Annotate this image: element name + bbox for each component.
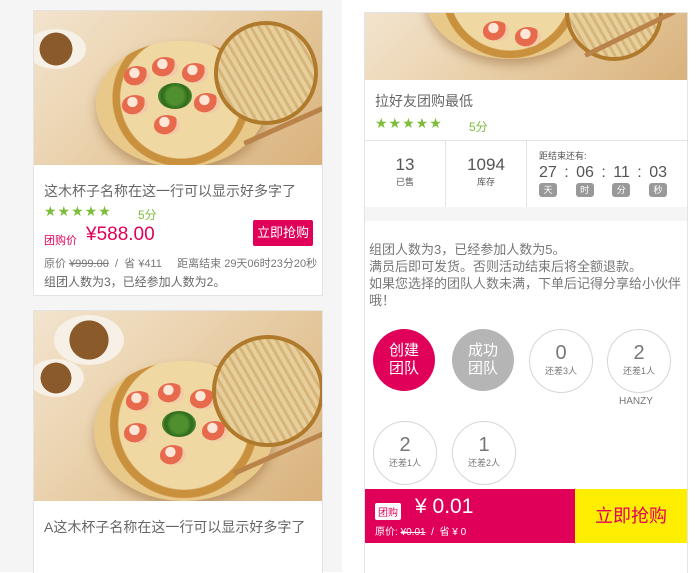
countdown-minutes: 11 <box>613 164 630 181</box>
dumpling <box>122 95 148 115</box>
team-missing: 还差1人 <box>388 458 421 468</box>
countdown-label: 距结束还有: <box>539 151 587 161</box>
countdown-sep: : <box>564 164 569 181</box>
countdown-sep: : <box>601 164 606 181</box>
product-title[interactable]: A这木杯子名称在这一行可以显示好多字了 <box>44 517 305 537</box>
countdown-sep: : <box>637 164 642 181</box>
group-price: ¥588.00 <box>86 224 155 245</box>
sold-stat: 13 已售 <box>365 141 446 207</box>
rule-line-3: 如果您选择的团队人数未满，下单后记得分享给小伙伴哦！ <box>369 276 682 308</box>
rating-score: 5分 <box>138 208 157 222</box>
group-rules-text: 组团人数为3，已经参加人数为5。 满员后即可发货。否则活动结束后将全额退款。 如… <box>369 241 681 309</box>
teacup-image <box>34 29 86 69</box>
detail-panel: 拉好友团购最低 ★★★★★ 5分 13 已售 1094 库存 距结束还有: 27… <box>364 12 688 573</box>
team-slot[interactable]: 1 还差2人 <box>452 421 516 485</box>
price-info-row: 原价 ¥999.00 / 省 ¥411 距离结束 29天06时23分20秒 <box>44 255 317 271</box>
dumpling <box>124 66 150 86</box>
dumpling <box>160 445 186 465</box>
steamer-lid-image <box>212 335 322 447</box>
sold-label: 已售 <box>395 177 414 187</box>
dumpling <box>182 63 208 83</box>
team-slot[interactable]: 2 还差1人 <box>607 329 671 393</box>
countdown-days: 27 <box>539 164 557 181</box>
product-image[interactable] <box>34 311 322 501</box>
teacup-image <box>34 359 84 397</box>
dumpling <box>158 383 184 403</box>
team-leader-name: HANZY <box>619 396 653 407</box>
stock-stat: 1094 库存 <box>446 141 527 207</box>
buy-now-button[interactable]: 立即抢购 <box>575 489 687 543</box>
dumpling <box>152 57 178 77</box>
team-missing: 还差2人 <box>467 458 500 468</box>
dumpling <box>126 391 152 411</box>
rating-stars: ★★★★★ <box>375 115 443 131</box>
countdown-hours: 06 <box>576 164 594 181</box>
greens <box>162 411 196 437</box>
group-price-label: 团购价 <box>44 235 77 247</box>
sold-count: 13 <box>395 155 415 174</box>
product-card-1[interactable]: 这木杯子名称在这一行可以显示好多字了 ★★★★★ 5分 团购价 ¥588.00 … <box>33 10 323 296</box>
team-missing: 还差1人 <box>622 366 655 376</box>
unit-second-badge: 秒 <box>648 183 667 197</box>
success-team-button[interactable]: 成功团队 <box>452 329 514 391</box>
steamer-lid-image <box>214 21 318 125</box>
unit-hour-badge: 时 <box>575 183 594 197</box>
bottom-price: ¥ 0.01 <box>415 495 474 518</box>
stock-label: 库存 <box>476 177 495 187</box>
product-card-2[interactable]: A这木杯子名称在这一行可以显示好多字了 <box>33 310 323 573</box>
team-count: 1 <box>478 434 490 456</box>
bottom-buy-bar: 团购 ¥ 0.01 原价: ¥0.01 / 省 ¥ 0 立即抢购 <box>365 489 687 543</box>
separator: / <box>431 527 434 538</box>
team-count: 0 <box>555 342 567 364</box>
dumpling <box>154 115 180 135</box>
original-price: ¥0.01 <box>400 527 426 538</box>
original-price-label: 原价: <box>375 527 398 538</box>
original-price: ¥999.00 <box>69 258 109 270</box>
group-tag: 团购 <box>375 503 401 520</box>
rating-stars: ★★★★★ <box>44 203 112 219</box>
save-amount: 省 ¥ 0 <box>439 527 467 538</box>
group-info: 组团人数为3，已经参加人数为2。 <box>44 275 226 289</box>
countdown-text: 距离结束 29天06时23分20秒 <box>177 258 318 270</box>
stock-count: 1094 <box>467 155 505 174</box>
rule-line-2: 满员后即可发货。否则活动结束后将全额退款。 <box>369 259 643 274</box>
rating-score: 5分 <box>469 120 488 134</box>
original-price-label: 原价 <box>44 258 66 270</box>
bottom-price-info: 原价: ¥0.01 / 省 ¥ 0 <box>375 523 466 538</box>
separator: / <box>114 258 119 270</box>
buy-now-button[interactable]: 立即抢购 <box>253 220 313 246</box>
save-amount: 省 ¥411 <box>124 258 162 270</box>
product-image[interactable] <box>34 11 322 165</box>
dumpling <box>483 21 509 41</box>
unit-day-badge: 天 <box>539 183 557 197</box>
detail-product-image[interactable] <box>365 13 687 80</box>
rule-line-1: 组团人数为3，已经参加人数为5。 <box>369 242 566 257</box>
dumpling <box>515 27 541 47</box>
price-panel: 团购 ¥ 0.01 原价: ¥0.01 / 省 ¥ 0 <box>365 489 575 543</box>
team-count: 2 <box>633 342 645 364</box>
success-team-label: 成功团队 <box>467 342 498 377</box>
countdown-block: 距结束还有: 27 : 06 : 11 : 03 天 时 分 秒 <box>539 149 685 197</box>
create-team-label: 创建团队 <box>388 342 419 377</box>
teapot-image <box>54 315 124 365</box>
team-count: 2 <box>399 434 411 456</box>
team-slot[interactable]: 2 还差1人 <box>373 421 437 485</box>
unit-minute-badge: 分 <box>612 183 631 197</box>
team-missing: 还差3人 <box>544 366 577 376</box>
section-divider <box>365 207 687 221</box>
countdown-seconds: 03 <box>649 164 667 181</box>
detail-title: 拉好友团购最低 <box>375 93 473 109</box>
steamer-lid-image <box>565 13 663 61</box>
dumpling <box>194 93 220 113</box>
product-title[interactable]: 这木杯子名称在这一行可以显示好多字了 <box>44 181 296 201</box>
create-team-button[interactable]: 创建团队 <box>373 329 435 391</box>
team-slot[interactable]: 0 还差3人 <box>529 329 593 393</box>
dumpling <box>124 423 150 443</box>
greens <box>158 83 192 109</box>
stats-row: 13 已售 1094 库存 距结束还有: 27 : 06 : 11 : 03 天… <box>365 140 687 208</box>
